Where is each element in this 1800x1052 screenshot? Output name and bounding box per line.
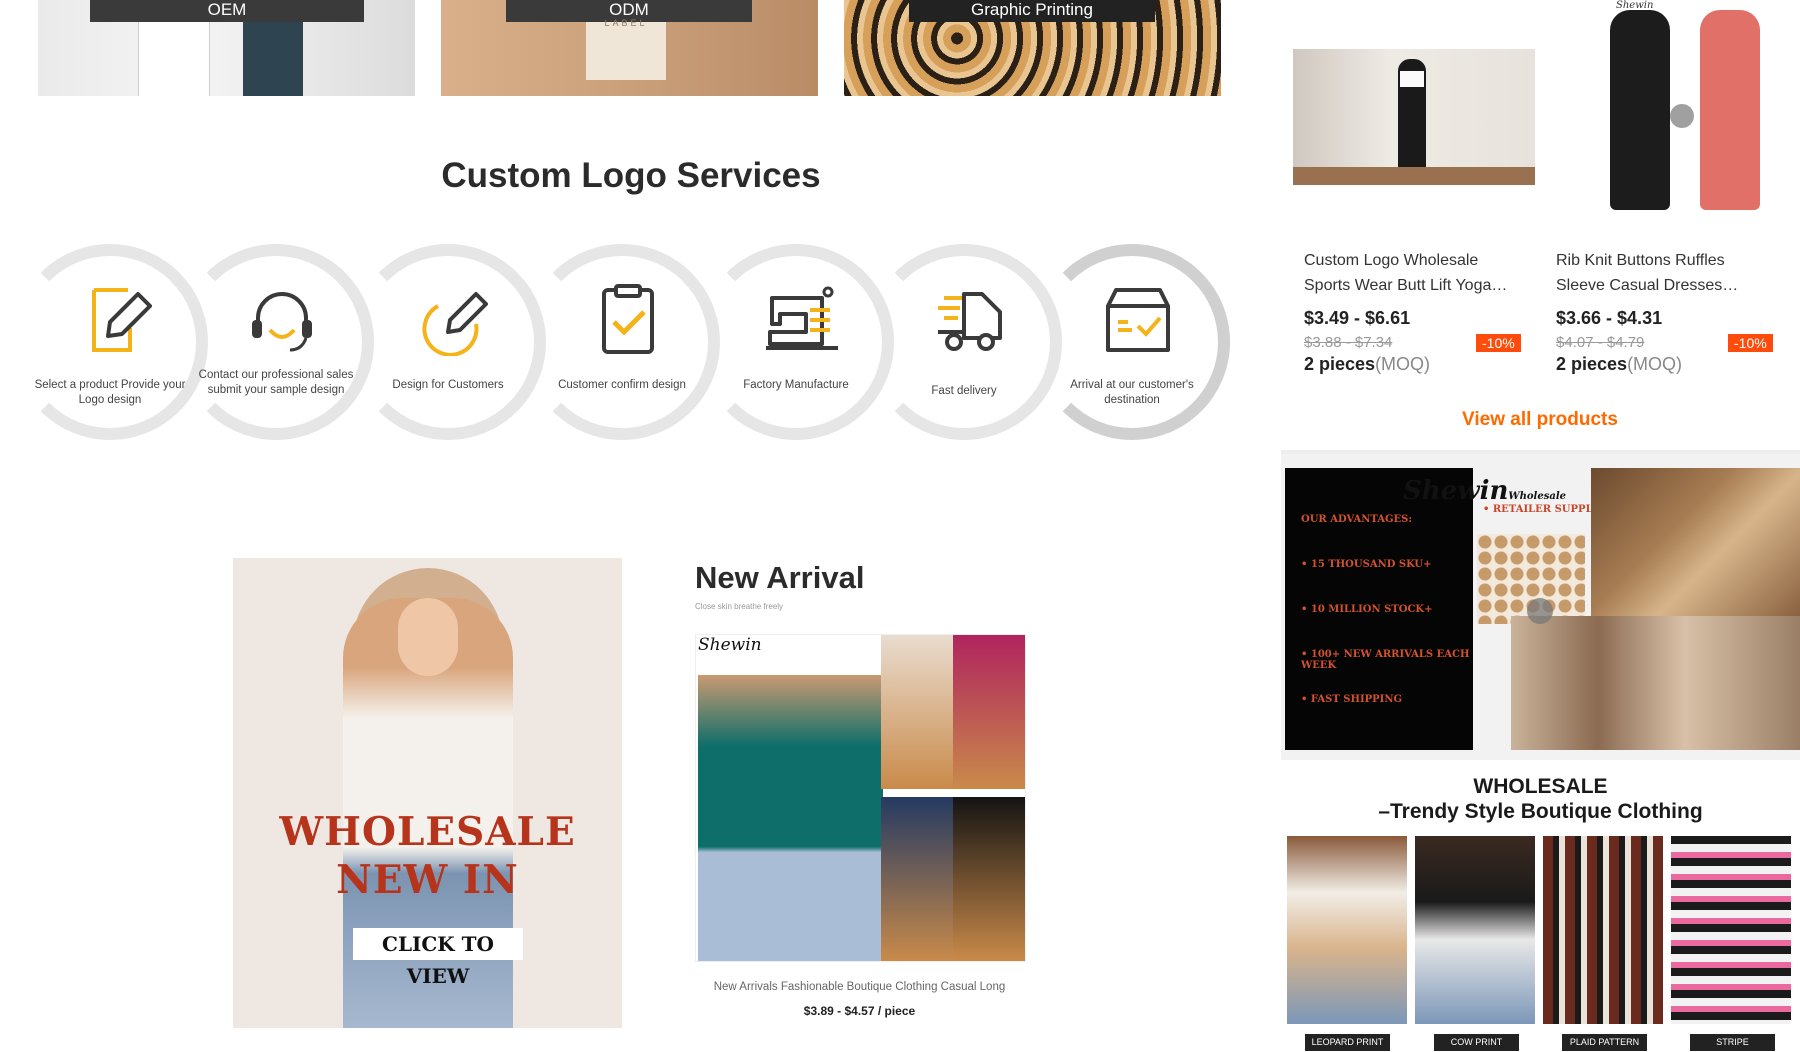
product-old-price: $4.07 - $4.79 (1556, 334, 1645, 351)
company-banner[interactable]: OUR ADVANTAGES: • 15 THOUSAND SKU+ • 10 … (1281, 450, 1800, 760)
delivery-truck-icon (938, 292, 1002, 351)
clipboard-check-icon (602, 284, 654, 354)
category-card-cow[interactable] (1415, 836, 1535, 1024)
product-moq: 2 pieces(MOQ) (1304, 354, 1431, 374)
category-card-stripe[interactable] (1671, 836, 1791, 1024)
product-title[interactable]: Rib Knit Buttons Ruffles Sleeve Casual Dr… (1556, 248, 1786, 298)
brand-mark: Shewin (698, 635, 762, 655)
graphic-printing-label: Graphic Printing (909, 0, 1155, 22)
promo-headline: WHOLESALE NEW IN (279, 809, 576, 903)
step-label: Contact our professional sales submit yo… (198, 369, 354, 396)
click-to-view-button[interactable]: CLICK TO VIEW (353, 928, 523, 988)
product-price: $3.89 - $4.57 / piece (803, 1004, 916, 1018)
advantages-title: OUR ADVANTAGES: (1301, 514, 1413, 525)
play-icon[interactable] (1527, 598, 1553, 624)
new-arrival-title: New Arrival (695, 560, 865, 595)
category-tag[interactable]: COW PRINT (1434, 1034, 1519, 1051)
category-card-plaid[interactable] (1543, 836, 1663, 1024)
oem-tile[interactable]: OEM (38, 0, 415, 96)
graphic-printing-tile[interactable]: Graphic Printing (844, 0, 1221, 96)
odm-tile[interactable]: ODM LABEL (441, 0, 818, 96)
step-label: Factory Manufacture (743, 379, 849, 391)
product-moq: 2 pieces(MOQ) (1556, 354, 1683, 374)
product-old-price: $3.88 - $7.34 (1304, 334, 1393, 351)
step-arrival: Arrival at our customer's destination (1034, 244, 1230, 440)
advantages-panel: OUR ADVANTAGES: • 15 THOUSAND SKU+ • 10 … (1285, 468, 1473, 750)
category-tag[interactable]: STRIPE (1690, 1034, 1775, 1051)
store-photo (1511, 616, 1800, 750)
brand-logo: ShewinWholesale (1403, 476, 1566, 506)
odm-sublabel: LABEL (604, 18, 648, 28)
new-in-promo-banner[interactable]: WHOLESALE NEW IN CLICK TO VIEW (233, 558, 622, 1028)
headset-icon (252, 292, 312, 352)
product-price: $3.66 - $4.31 (1556, 308, 1663, 328)
product-caption[interactable]: New Arrivals Fashionable Boutique Clothi… (695, 981, 1024, 993)
category-tag[interactable]: PLAID PATTERN (1562, 1034, 1647, 1051)
pencil-circle-icon (422, 292, 488, 356)
new-arrival-product-image[interactable]: Shewin (695, 634, 1026, 962)
step-manufacture: Factory Manufacture (698, 244, 894, 440)
step-design: Design for Customers (350, 244, 546, 440)
wholesale-title: WHOLESALE (1473, 775, 1608, 798)
step-delivery: Fast delivery (866, 244, 1062, 440)
product-image[interactable]: Shewin (1580, 0, 1795, 236)
advantage-item: • FAST SHIPPING (1301, 694, 1403, 705)
section-title: Custom Logo Services (441, 156, 821, 195)
discount-badge: -10% (1728, 334, 1773, 352)
discount-badge: -10% (1476, 334, 1521, 352)
model-image (398, 598, 458, 676)
step-confirm: Customer confirm design (524, 244, 720, 440)
step-contact-sales: Contact our professional sales submit yo… (178, 244, 374, 440)
step-label: Customer confirm design (558, 379, 686, 391)
edit-icon (92, 288, 152, 352)
advantage-item: • 100+ NEW ARRIVALS EACH WEEK (1301, 649, 1470, 671)
advantage-item: • 10 MILLION STOCK+ (1301, 604, 1433, 615)
step-label: Select a product Provide your Logo desig… (34, 379, 186, 406)
step-label: Design for Customers (392, 379, 504, 391)
package-image (138, 10, 210, 96)
oem-label: OEM (90, 0, 364, 22)
advantage-item: • 15 THOUSAND SKU+ (1301, 559, 1432, 570)
product-price: $3.49 - $6.61 (1304, 308, 1411, 328)
step-label: Fast delivery (931, 385, 997, 397)
wholesale-subtitle: –Trendy Style Boutique Clothing (1378, 800, 1703, 823)
store-photo (1591, 468, 1800, 616)
box-check-icon (1106, 288, 1170, 352)
play-icon[interactable] (1670, 104, 1694, 128)
new-arrival-subtitle: Close skin breathe freely (695, 602, 784, 611)
category-tag[interactable]: LEOPARD PRINT (1305, 1034, 1390, 1051)
view-all-products-link[interactable]: View all products (1280, 409, 1800, 431)
step-label: Arrival at our customer's destination (1070, 379, 1194, 406)
sewing-machine-icon (766, 286, 838, 350)
product-title[interactable]: Custom Logo Wholesale Sports Wear Butt Li… (1304, 248, 1534, 298)
category-card-leopard[interactable] (1287, 836, 1407, 1024)
product-image[interactable] (1293, 49, 1535, 185)
